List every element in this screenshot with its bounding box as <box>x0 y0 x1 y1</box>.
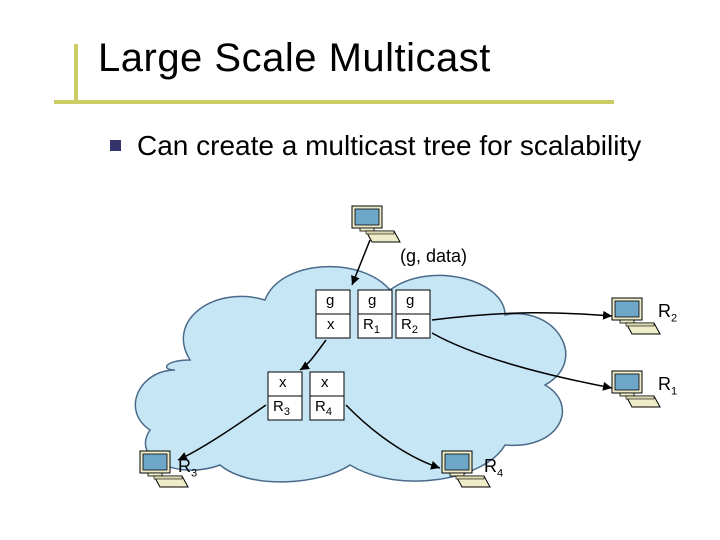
sender-pc-icon <box>352 206 400 242</box>
pc-r1-icon <box>612 371 660 407</box>
multicast-diagram <box>0 0 720 540</box>
tbl-tm-r2: R1 <box>363 316 380 336</box>
tbl-ml-r2: R3 <box>273 398 290 418</box>
label-r3: R3 <box>178 456 197 480</box>
tbl-mr-r1: x <box>321 374 329 391</box>
tbl-tl-r1: g <box>326 292 334 309</box>
label-r4: R4 <box>484 456 503 480</box>
tbl-tm-r1: g <box>368 292 376 309</box>
tbl-tr-r2: R2 <box>401 316 418 336</box>
pc-r2-icon <box>612 298 660 334</box>
tbl-mr-r2: R4 <box>315 398 332 418</box>
tbl-ml-r1: x <box>279 374 287 391</box>
label-r1: R1 <box>658 374 677 398</box>
network-cloud <box>135 267 565 482</box>
packet-label: (g, data) <box>400 246 467 267</box>
tbl-tl-r2: x <box>327 316 335 333</box>
tbl-tr-r1: g <box>406 292 414 309</box>
label-r2: R2 <box>658 301 677 325</box>
